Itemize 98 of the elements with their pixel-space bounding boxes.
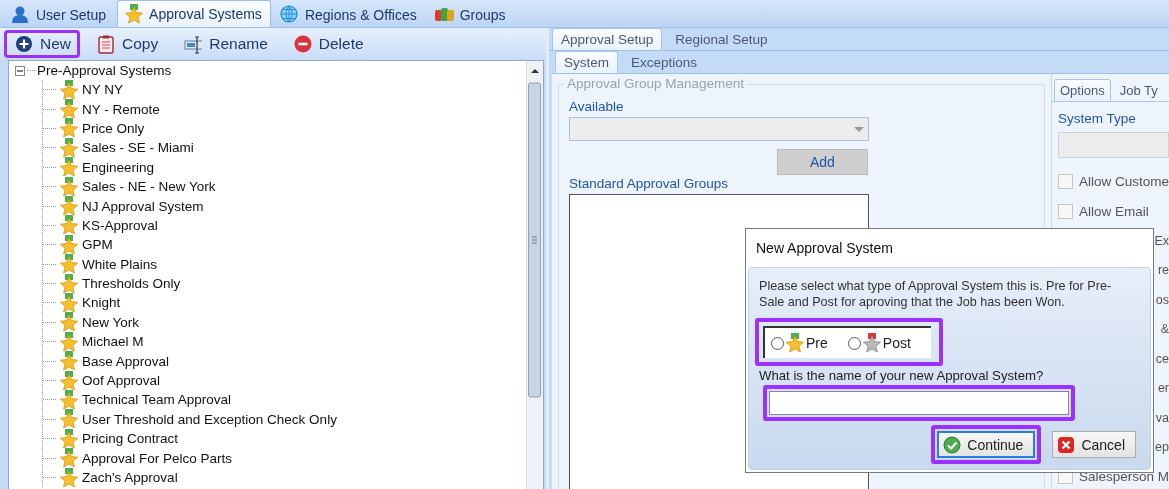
star-medal-icon (59, 196, 79, 217)
star-medal-icon (59, 370, 79, 391)
clipboard-icon (97, 34, 115, 54)
tree-item[interactable]: Approval For Pelco Parts (82, 450, 233, 466)
name-field[interactable] (769, 391, 1069, 415)
star-medal-icon (59, 351, 79, 372)
star-medal-icon (59, 273, 79, 294)
star-medal-icon (59, 467, 79, 488)
star-medal-icon (59, 234, 79, 255)
option-label: va (1155, 410, 1169, 425)
cancel-button[interactable]: Cancel (1052, 431, 1136, 458)
star-medal-icon (59, 312, 79, 333)
field-label: What is the name of your new Approval System? (759, 368, 1045, 383)
star-medal-icon (59, 157, 79, 178)
tree-item[interactable]: NY NY (82, 82, 123, 98)
tab[interactable]: Regions & Offices (272, 2, 426, 27)
tree-item[interactable]: Sales - NE - New York (82, 179, 216, 195)
tree-item[interactable]: Zach's Approval (82, 470, 178, 485)
tree-item[interactable]: Price Only (82, 120, 145, 136)
tab[interactable]: System (554, 51, 618, 73)
tree-item[interactable]: New York (82, 314, 140, 330)
radio-circle[interactable] (771, 336, 784, 350)
checkbox[interactable] (1057, 203, 1073, 219)
star-medal-icon (861, 333, 882, 353)
star-medal-icon (59, 293, 79, 313)
tab[interactable]: Exceptions (621, 51, 706, 73)
tree-item[interactable]: Pre-Approval Systems (37, 63, 172, 78)
option-label: ce (1155, 351, 1169, 366)
star-medal-icon (59, 137, 79, 158)
tree-item[interactable]: KS-Approval (82, 217, 158, 233)
collapse-icon[interactable] (15, 65, 25, 76)
tree-item[interactable]: Sales - SE - Miami (82, 140, 194, 156)
star-medal-icon (59, 118, 79, 139)
person-icon (11, 5, 31, 25)
radio-circle[interactable] (847, 336, 861, 350)
tree-item[interactable]: White Plains (82, 256, 158, 272)
checkbox-label: Allow Email (1078, 203, 1149, 219)
text-cursor-icon (184, 34, 203, 54)
tree-item[interactable]: Michael M (82, 334, 144, 350)
star-medal-icon (59, 176, 79, 197)
star-medal-icon (124, 4, 145, 24)
group-box-title: Approval Group Management (563, 76, 748, 91)
tree-item[interactable]: GPM (82, 237, 113, 253)
tree-item[interactable]: User Threshold and Exception Check Only (82, 411, 337, 427)
tab[interactable]: Groups (427, 2, 515, 27)
field-label: Standard Approval Groups (568, 176, 730, 191)
star-medal-icon (59, 409, 79, 430)
star-medal-icon (59, 389, 79, 410)
toolbar-button[interactable]: New (4, 30, 80, 58)
tab[interactable]: Regional Setup (666, 28, 777, 50)
toolbar-button[interactable]: Rename (173, 30, 277, 58)
tree-item[interactable]: NJ Approval System (82, 198, 204, 214)
tree-item[interactable]: NY - Remote (82, 101, 160, 117)
continue-button[interactable]: Continue (937, 431, 1036, 458)
star-medal-icon (59, 428, 79, 449)
tree-item[interactable]: Engineering (82, 159, 155, 175)
field-label: System Type (1057, 111, 1137, 126)
option-label: er (1157, 381, 1169, 396)
tree-item[interactable]: Pricing Contract (82, 431, 179, 447)
star-medal-icon (59, 448, 79, 469)
star-medal-icon (59, 79, 79, 100)
radio-button[interactable]: Post (847, 333, 911, 353)
tree-item[interactable]: Thresholds Only (82, 276, 181, 292)
checkbox-label: Salesperson M (1078, 469, 1169, 485)
check-icon (943, 435, 962, 454)
star-medal-icon (59, 331, 79, 352)
star-medal-icon (59, 99, 79, 120)
caret-icon (853, 126, 864, 132)
tree-item[interactable]: Base Approval (82, 353, 170, 369)
radio-button[interactable]: Pre (771, 333, 828, 353)
tab[interactable]: Options (1053, 79, 1111, 101)
checkbox[interactable] (1057, 174, 1073, 190)
tab[interactable]: Approval Systems (117, 0, 271, 27)
star-medal-icon (59, 215, 79, 236)
tab[interactable]: User Setup (4, 2, 116, 27)
option-label: Ex (1154, 233, 1169, 248)
option-label: re (1157, 263, 1169, 278)
add-icon (15, 34, 33, 54)
add-button[interactable]: Add (776, 149, 868, 175)
instruction-text: Please select what type of Approval System this is. Pre for Pre-Sale and Post for aproving that the Job has been Won. (759, 278, 1113, 310)
toolbar-button[interactable]: Copy (86, 30, 168, 58)
globe-icon (279, 5, 300, 25)
field-label: Available (568, 99, 625, 114)
star-medal-icon (785, 333, 805, 353)
dialog-title: New Approval System (755, 239, 894, 258)
toolbar-button[interactable]: Delete (282, 30, 373, 58)
tab[interactable]: Approval Setup (551, 28, 663, 50)
tree-item[interactable]: Technical Team Approval (82, 392, 232, 408)
option-label: & (1160, 322, 1169, 337)
tree-item[interactable]: Knight (82, 295, 121, 311)
tree-item[interactable]: Oof Approval (82, 373, 161, 389)
remove-icon (293, 34, 312, 54)
star-medal-icon (59, 254, 79, 275)
option-label: ep (1155, 440, 1169, 455)
option-label: os (1155, 292, 1169, 307)
checkbox-label: Allow Custome (1078, 174, 1169, 190)
tab[interactable]: Job Ty (1113, 79, 1164, 101)
close-icon (1057, 435, 1076, 454)
